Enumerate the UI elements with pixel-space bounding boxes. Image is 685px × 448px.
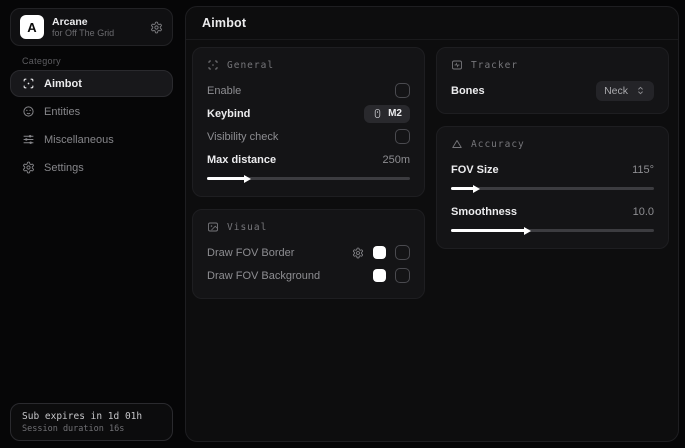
tracker-card: Tracker Bones Neck: [436, 47, 669, 114]
slider-fill: [207, 177, 246, 180]
gear-icon[interactable]: [150, 21, 163, 34]
draw-fov-background-label: Draw FOV Background: [207, 270, 320, 282]
visibility-check-row: Visibility check: [207, 126, 410, 147]
fov-border-color-swatch[interactable]: [373, 246, 386, 259]
draw-fov-border-label: Draw FOV Border: [207, 247, 294, 259]
keybind-row: Keybind M2: [207, 103, 410, 124]
accuracy-card-header: Accuracy: [451, 138, 654, 150]
app-logo: A: [20, 15, 44, 39]
fov-background-color-swatch[interactable]: [373, 269, 386, 282]
draw-fov-background-controls: [373, 268, 410, 283]
column-right: Tracker Bones Neck: [436, 47, 669, 299]
smoothness-value: 10.0: [633, 206, 654, 218]
pulse-icon: [451, 59, 463, 71]
visual-card: Visual Draw FOV Border Draw FOV Backgrou…: [192, 209, 425, 299]
fov-size-row: FOV Size 115°: [451, 159, 654, 180]
main-content: General Enable Keybind M2 V: [186, 40, 678, 299]
app-name: Arcane: [52, 16, 150, 28]
sidebar-item-miscellaneous[interactable]: Miscellaneous: [10, 126, 173, 153]
general-card-header: General: [207, 59, 410, 71]
enable-row: Enable: [207, 80, 410, 101]
draw-fov-background-row: Draw FOV Background: [207, 265, 410, 286]
draw-fov-border-checkbox[interactable]: [395, 245, 410, 260]
slider-track: [451, 187, 654, 190]
visual-card-header: Visual: [207, 221, 410, 233]
gear-icon: [22, 161, 35, 174]
category-label: Category: [22, 56, 61, 66]
image-icon: [207, 221, 219, 233]
subscription-card: Sub expires in 1d 01h Session duration 1…: [10, 403, 173, 441]
enable-checkbox[interactable]: [395, 83, 410, 98]
fov-size-value: 115°: [632, 164, 654, 176]
max-distance-label: Max distance: [207, 154, 276, 166]
sidebar-item-settings[interactable]: Settings: [10, 154, 173, 181]
draw-fov-border-controls: [352, 245, 410, 260]
sidebar-item-aimbot[interactable]: Aimbot: [10, 70, 173, 97]
session-duration-text: Session duration 16s: [22, 424, 161, 434]
draw-fov-background-checkbox[interactable]: [395, 268, 410, 283]
sidebar-item-label: Miscellaneous: [44, 134, 114, 146]
max-distance-slider[interactable]: [207, 174, 410, 183]
bones-label: Bones: [451, 85, 485, 97]
enable-label: Enable: [207, 85, 241, 97]
column-left: General Enable Keybind M2 V: [192, 47, 425, 299]
sidebar-item-label: Entities: [44, 106, 80, 118]
slider-thumb[interactable]: [524, 227, 531, 235]
main-header: Aimbot: [186, 7, 678, 40]
entities-icon: [22, 105, 35, 118]
tracker-card-header: Tracker: [451, 59, 654, 71]
fov-size-slider[interactable]: [451, 184, 654, 193]
triangle-icon: [451, 138, 463, 150]
card-title: Visual: [227, 222, 267, 233]
visibility-check-checkbox[interactable]: [395, 129, 410, 144]
accuracy-card: Accuracy FOV Size 115° Smoothness 10.0: [436, 126, 669, 249]
slider-fill: [451, 187, 475, 190]
sidebar: A Arcane for Off The Grid Category Aimbo…: [0, 0, 181, 448]
page-title: Aimbot: [202, 16, 246, 30]
general-card: General Enable Keybind M2 V: [192, 47, 425, 197]
keybind-button[interactable]: M2: [364, 105, 410, 123]
slider-thumb[interactable]: [244, 175, 251, 183]
max-distance-row: Max distance 250m: [207, 149, 410, 170]
sidebar-item-label: Settings: [44, 162, 84, 174]
sidebar-item-label: Aimbot: [44, 78, 82, 90]
app-title-block: Arcane for Off The Grid: [52, 16, 150, 38]
app-header-card: A Arcane for Off The Grid: [10, 8, 173, 46]
mouse-icon: [372, 108, 383, 119]
fov-size-label: FOV Size: [451, 164, 499, 176]
main-panel: Aimbot General Enable Keybind: [185, 6, 679, 442]
card-title: Accuracy: [471, 139, 525, 150]
smoothness-row: Smoothness 10.0: [451, 201, 654, 222]
bones-selected-value: Neck: [604, 85, 628, 97]
smoothness-slider[interactable]: [451, 226, 654, 235]
sub-expiry-text: Sub expires in 1d 01h: [22, 411, 161, 422]
bones-row: Bones Neck: [451, 80, 654, 101]
sliders-icon: [22, 133, 35, 146]
unfold-icon: [635, 85, 646, 96]
crosshair-icon: [207, 59, 219, 71]
crosshair-icon: [22, 77, 35, 90]
keybind-label: Keybind: [207, 108, 250, 120]
visibility-check-label: Visibility check: [207, 131, 278, 143]
keybind-value: M2: [388, 108, 402, 119]
sidebar-item-entities[interactable]: Entities: [10, 98, 173, 125]
max-distance-value: 250m: [382, 154, 410, 166]
bones-dropdown[interactable]: Neck: [596, 81, 654, 101]
category-nav: Aimbot Entities Miscellaneous Settings: [10, 70, 173, 182]
app-subtitle: for Off The Grid: [52, 28, 150, 38]
card-title: Tracker: [471, 60, 518, 71]
slider-fill: [451, 229, 526, 232]
card-title: General: [227, 60, 274, 71]
gear-icon[interactable]: [352, 247, 364, 259]
smoothness-label: Smoothness: [451, 206, 517, 218]
slider-thumb[interactable]: [473, 185, 480, 193]
draw-fov-border-row: Draw FOV Border: [207, 242, 410, 263]
